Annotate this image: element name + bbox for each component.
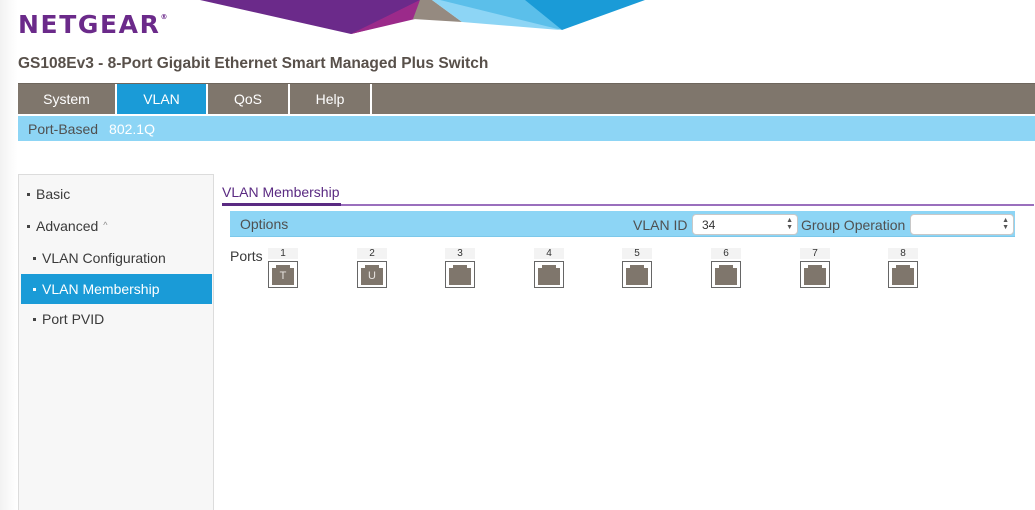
sidebar-item-label: Advanced xyxy=(36,218,99,234)
sidebar-item-label: VLAN Membership xyxy=(42,281,160,297)
port-number: 3 xyxy=(445,248,475,259)
port-4[interactable]: 4 xyxy=(534,248,564,288)
logo-text: NETGEAR xyxy=(18,10,161,39)
port-6[interactable]: 6 xyxy=(711,248,741,288)
subtab-802-1q[interactable]: 802.1Q xyxy=(109,121,166,137)
main-nav: System VLAN QoS Help xyxy=(18,83,1035,114)
ethernet-port-icon[interactable] xyxy=(888,261,918,288)
tab-help[interactable]: Help xyxy=(290,84,372,114)
tab-vlan[interactable]: VLAN xyxy=(117,84,208,114)
vlan-id-select[interactable]: 34 ▲ ▼ xyxy=(692,214,798,235)
sidebar-item-port-pvid[interactable]: Port PVID xyxy=(21,304,212,334)
port-membership-mode: U xyxy=(368,270,376,282)
tab-system[interactable]: System xyxy=(18,84,117,114)
active-tab-underline xyxy=(222,203,341,206)
port-number: 8 xyxy=(888,248,918,259)
select-arrows-icon: ▲ ▼ xyxy=(1002,217,1009,231)
chevron-up-icon[interactable]: ^ xyxy=(103,220,107,230)
vlan-id-value: 34 xyxy=(702,217,716,232)
port-number: 1 xyxy=(268,248,298,259)
ethernet-port-icon[interactable] xyxy=(711,261,741,288)
port-number: 7 xyxy=(800,248,830,259)
netgear-logo: NETGEAR® xyxy=(18,10,167,39)
port-7[interactable]: 7 xyxy=(800,248,830,288)
bullet-icon xyxy=(27,192,30,196)
port-jack-body xyxy=(715,268,737,285)
sidebar-item-vlan-membership[interactable]: VLAN Membership xyxy=(21,274,212,304)
sidebar-item-basic[interactable]: Basic xyxy=(21,179,212,209)
sidebar-item-advanced[interactable]: Advanced ^ xyxy=(21,211,212,241)
sidebar: Basic Advanced ^ VLAN Configuration VLAN… xyxy=(18,174,214,510)
product-title: GS108Ev3 - 8-Port Gigabit Ethernet Smart… xyxy=(18,55,489,72)
port-jack-body xyxy=(626,268,648,285)
port-number: 5 xyxy=(622,248,652,259)
port-jack-body xyxy=(449,268,471,285)
sidebar-item-label: Port PVID xyxy=(42,311,105,327)
ports-label: Ports xyxy=(230,248,263,264)
port-8[interactable]: 8 xyxy=(888,248,918,288)
registered-mark: ® xyxy=(160,13,168,21)
options-label: Options xyxy=(240,216,289,232)
subtab-port-based[interactable]: Port-Based xyxy=(18,121,109,137)
port-1[interactable]: 1T xyxy=(268,248,298,288)
sub-nav: Port-Based 802.1Q xyxy=(18,116,1035,141)
vlan-id-label: VLAN ID xyxy=(633,217,688,233)
bullet-icon xyxy=(33,256,36,260)
bullet-icon xyxy=(33,317,36,321)
port-number: 2 xyxy=(357,248,387,259)
group-operation-label: Group Operation xyxy=(801,217,906,233)
ethernet-port-icon[interactable] xyxy=(800,261,830,288)
sidebar-item-vlan-configuration[interactable]: VLAN Configuration xyxy=(21,243,212,273)
tab-qos[interactable]: QoS xyxy=(208,84,290,114)
port-jack-body xyxy=(892,268,914,285)
tab-divider-line xyxy=(341,204,1034,206)
port-jack-body xyxy=(804,268,826,285)
select-arrows-icon: ▲ ▼ xyxy=(786,217,793,231)
port-number: 6 xyxy=(711,248,741,259)
port-number: 4 xyxy=(534,248,564,259)
ethernet-port-icon[interactable] xyxy=(445,261,475,288)
group-operation-select[interactable]: ▲ ▼ xyxy=(910,214,1014,235)
ethernet-port-icon[interactable]: U xyxy=(357,261,387,288)
content-tab-vlan-membership[interactable]: VLAN Membership xyxy=(222,184,340,200)
port-jack-body xyxy=(538,268,560,285)
port-membership-mode: T xyxy=(279,270,287,282)
bullet-icon xyxy=(27,224,30,228)
port-2[interactable]: 2U xyxy=(357,248,387,288)
sidebar-item-label: VLAN Configuration xyxy=(42,250,166,266)
ethernet-port-icon[interactable]: T xyxy=(268,261,298,288)
ethernet-port-icon[interactable] xyxy=(534,261,564,288)
options-bar: Options VLAN ID 34 ▲ ▼ Group Operation ▲ ▼ xyxy=(230,211,1015,237)
port-3[interactable]: 3 xyxy=(445,248,475,288)
ethernet-port-icon[interactable] xyxy=(622,261,652,288)
sidebar-item-label: Basic xyxy=(36,186,71,202)
port-5[interactable]: 5 xyxy=(622,248,652,288)
bullet-icon xyxy=(33,287,36,291)
